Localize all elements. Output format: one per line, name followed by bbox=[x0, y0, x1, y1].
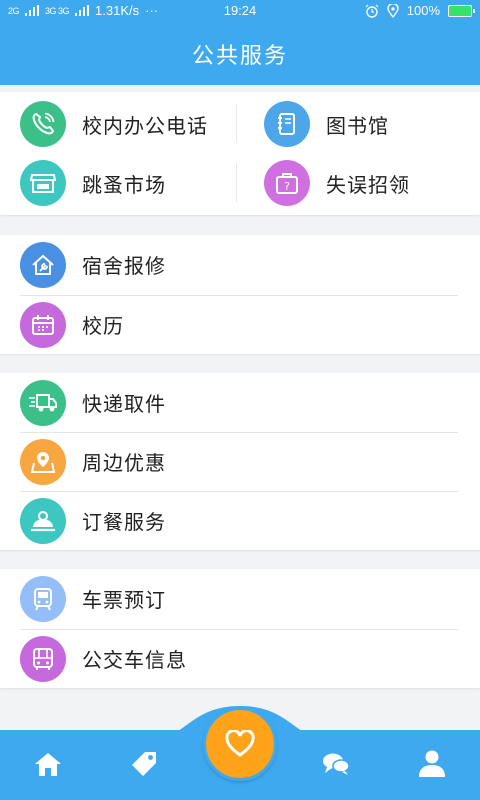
service-lost-and-found[interactable]: ? 失误招领 bbox=[244, 153, 480, 213]
chat-icon bbox=[323, 753, 350, 775]
app-bar: 公共服务 bbox=[0, 22, 480, 85]
service-campus-phone[interactable]: 校内办公电话 bbox=[0, 94, 240, 154]
service-flea-market[interactable]: 跳蚤市场 bbox=[0, 153, 240, 213]
service-list-card-3: 快递取件 周边优惠 订餐服务 bbox=[0, 373, 480, 550]
service-library[interactable]: 图书馆 bbox=[244, 94, 480, 154]
tag-icon bbox=[132, 752, 156, 776]
service-label: 订餐服务 bbox=[82, 510, 166, 534]
service-ticket-booking[interactable]: 车票预订 bbox=[0, 569, 480, 628]
notebook-icon bbox=[264, 101, 310, 147]
service-label: 快递取件 bbox=[82, 392, 166, 416]
service-school-calendar[interactable]: 校历 bbox=[0, 295, 480, 354]
map-pin-icon bbox=[20, 438, 66, 485]
service-label: 宿舍报修 bbox=[82, 254, 166, 278]
train-icon bbox=[20, 575, 66, 622]
bus-icon bbox=[20, 635, 66, 682]
tab-profile[interactable] bbox=[412, 744, 452, 784]
grid-separator bbox=[236, 104, 237, 142]
food-service-icon bbox=[20, 497, 66, 544]
grid-separator bbox=[236, 164, 237, 202]
battery-icon bbox=[448, 4, 475, 17]
calendar-icon bbox=[20, 301, 66, 348]
home-icon bbox=[35, 753, 61, 776]
location-icon bbox=[387, 3, 399, 18]
service-label: 公交车信息 bbox=[82, 648, 187, 672]
service-label: 周边优惠 bbox=[82, 451, 166, 475]
truck-icon bbox=[20, 379, 66, 426]
service-express-pickup[interactable]: 快递取件 bbox=[0, 373, 480, 432]
service-label: 失误招领 bbox=[326, 173, 410, 197]
service-label: 校内办公电话 bbox=[82, 114, 208, 138]
alarm-icon bbox=[365, 4, 379, 18]
tab-deals[interactable] bbox=[124, 744, 164, 784]
phone-icon bbox=[20, 101, 66, 147]
service-list-card-4: 车票预订 公交车信息 bbox=[0, 569, 480, 688]
service-label: 校历 bbox=[82, 314, 124, 338]
service-nearby-deals[interactable]: 周边优惠 bbox=[0, 432, 480, 491]
service-label: 跳蚤市场 bbox=[82, 173, 166, 197]
battery-percent: 100% bbox=[406, 3, 440, 18]
tab-center-favorite-button[interactable] bbox=[203, 707, 277, 781]
heart-icon bbox=[225, 730, 255, 757]
lost-bag-icon: ? bbox=[264, 160, 310, 206]
tab-messages[interactable] bbox=[316, 744, 356, 784]
service-dorm-repair[interactable]: 宿舍报修 bbox=[0, 235, 480, 294]
store-icon bbox=[20, 160, 66, 206]
service-label: 图书馆 bbox=[326, 114, 389, 138]
tab-home[interactable] bbox=[28, 744, 68, 784]
page-title: 公共服务 bbox=[191, 44, 288, 69]
svg-text:?: ? bbox=[284, 180, 290, 193]
service-label: 车票预订 bbox=[82, 588, 166, 612]
service-list-card-2: 宿舍报修 校历 bbox=[0, 235, 480, 354]
service-food-order[interactable]: 订餐服务 bbox=[0, 491, 480, 550]
status-bar: 2G 3G 3G 1.31K/s ··· 19:24 100% bbox=[0, 0, 480, 22]
wrench-house-icon bbox=[20, 241, 66, 288]
service-bus-info[interactable]: 公交车信息 bbox=[0, 629, 480, 688]
service-grid-card: 校内办公电话 图书馆 跳蚤市场 ? 失误招领 bbox=[0, 92, 480, 215]
user-icon bbox=[419, 750, 445, 777]
